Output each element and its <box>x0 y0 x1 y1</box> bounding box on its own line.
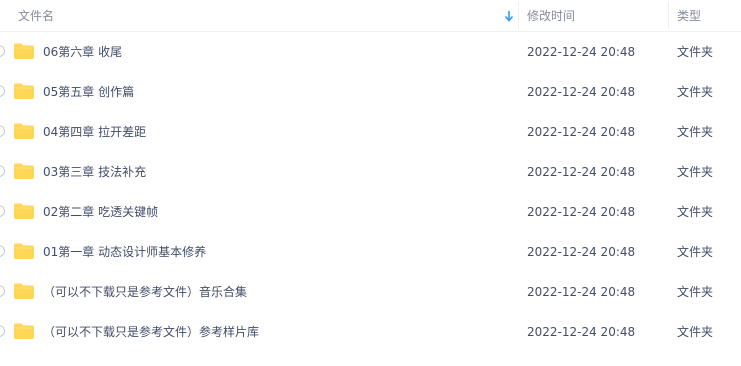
file-name[interactable]: 03第三章 技法补充 <box>43 152 146 192</box>
file-type: 文件夹 <box>677 245 714 259</box>
file-list-header: 文件名 修改时间 类型 <box>0 0 741 32</box>
file-modified-time: 2022-12-24 20:48 <box>527 125 636 139</box>
folder-icon <box>14 323 34 339</box>
file-modified-time: 2022-12-24 20:48 <box>527 245 636 259</box>
column-divider[interactable] <box>518 2 519 29</box>
file-name[interactable]: 02第二章 吃透关键帧 <box>43 192 158 232</box>
folder-icon <box>14 283 34 299</box>
row-checkbox[interactable] <box>0 85 5 97</box>
row-checkbox[interactable] <box>0 125 5 137</box>
row-checkbox[interactable] <box>0 205 5 217</box>
file-row[interactable]: （可以不下载只是参考文件）音乐合集 2022-12-24 20:48 文件夹 <box>0 272 741 312</box>
file-modified-time: 2022-12-24 20:48 <box>527 325 636 339</box>
file-rows: 06第六章 收尾 2022-12-24 20:48 文件夹 05第五章 创作篇 2022… <box>0 32 741 352</box>
file-type: 文件夹 <box>677 125 714 139</box>
row-checkbox[interactable] <box>0 285 5 297</box>
folder-icon <box>14 203 34 219</box>
folder-icon <box>14 43 34 59</box>
file-modified-time: 2022-12-24 20:48 <box>527 85 636 99</box>
file-list: 文件名 修改时间 类型 06第六章 收尾 2022-12-24 20:48 文件夹 0… <box>0 0 741 366</box>
file-name[interactable]: （可以不下载只是参考文件）音乐合集 <box>43 272 247 312</box>
file-modified-time: 2022-12-24 20:48 <box>527 45 636 59</box>
file-type: 文件夹 <box>677 85 714 99</box>
file-name[interactable]: 06第六章 收尾 <box>43 32 122 72</box>
row-checkbox[interactable] <box>0 245 5 257</box>
file-row[interactable]: 04第四章 拉开差距 2022-12-24 20:48 文件夹 <box>0 112 741 152</box>
column-header-name[interactable]: 文件名 <box>18 0 518 31</box>
file-row[interactable]: 02第二章 吃透关键帧 2022-12-24 20:48 文件夹 <box>0 192 741 232</box>
file-row[interactable]: 01第一章 动态设计师基本修养 2022-12-24 20:48 文件夹 <box>0 232 741 272</box>
file-row[interactable]: 05第五章 创作篇 2022-12-24 20:48 文件夹 <box>0 72 741 112</box>
row-checkbox[interactable] <box>0 45 5 57</box>
folder-icon <box>14 123 34 139</box>
file-type: 文件夹 <box>677 325 714 339</box>
file-modified-time: 2022-12-24 20:48 <box>527 205 636 219</box>
file-type: 文件夹 <box>677 205 714 219</box>
file-row[interactable]: 03第三章 技法补充 2022-12-24 20:48 文件夹 <box>0 152 741 192</box>
folder-icon <box>14 83 34 99</box>
file-row[interactable]: （可以不下载只是参考文件）参考样片库 2022-12-24 20:48 文件夹 <box>0 312 741 352</box>
file-type: 文件夹 <box>677 285 714 299</box>
file-name[interactable]: 05第五章 创作篇 <box>43 72 134 112</box>
folder-icon <box>14 163 34 179</box>
row-checkbox[interactable] <box>0 165 5 177</box>
file-modified-time: 2022-12-24 20:48 <box>527 285 636 299</box>
file-type: 文件夹 <box>677 45 714 59</box>
file-name[interactable]: （可以不下载只是参考文件）参考样片库 <box>43 312 259 352</box>
column-divider[interactable] <box>668 2 669 29</box>
folder-icon <box>14 243 34 259</box>
file-name[interactable]: 01第一章 动态设计师基本修养 <box>43 232 206 272</box>
arrow-down-icon[interactable] <box>504 9 514 23</box>
file-type: 文件夹 <box>677 165 714 179</box>
file-name[interactable]: 04第四章 拉开差距 <box>43 112 146 152</box>
column-header-type[interactable]: 类型 <box>677 0 701 31</box>
file-modified-time: 2022-12-24 20:48 <box>527 165 636 179</box>
row-checkbox[interactable] <box>0 325 5 337</box>
file-row[interactable]: 06第六章 收尾 2022-12-24 20:48 文件夹 <box>0 32 741 72</box>
column-header-modified[interactable]: 修改时间 <box>527 0 575 31</box>
